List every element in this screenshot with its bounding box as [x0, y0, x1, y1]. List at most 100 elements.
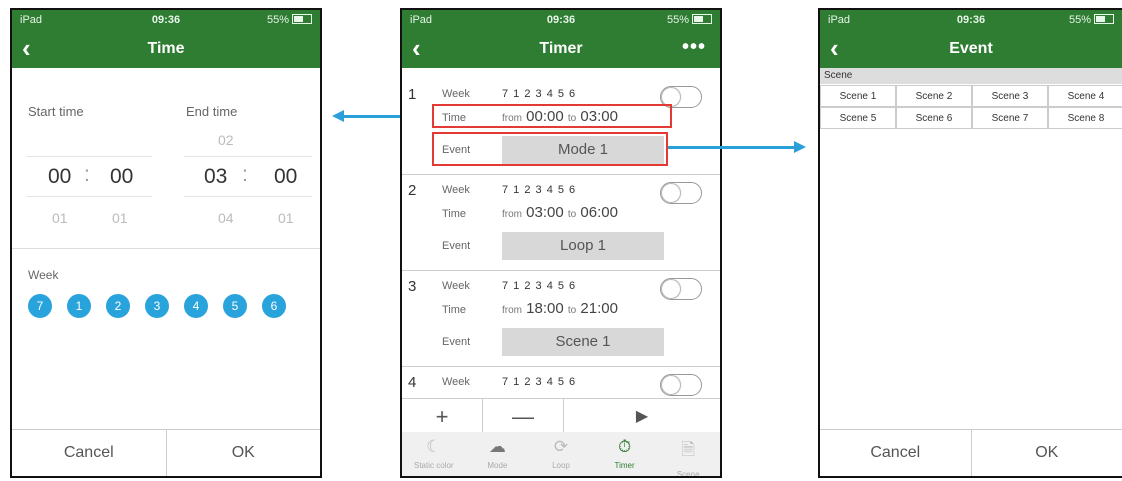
add-button[interactable]: + — [402, 399, 482, 435]
timer-item[interactable]: 3 Week 7 1 2 3 4 5 6 Time from 18:00 to … — [402, 270, 720, 367]
from-word: from — [502, 305, 522, 316]
status-bar: iPad 09:36 55% — [12, 10, 320, 30]
status-bar: iPad 09:36 55% — [402, 10, 720, 30]
ok-button[interactable]: OK — [970, 430, 1122, 476]
highlight-time-box — [432, 104, 672, 128]
event-button[interactable]: Scene 1 — [502, 328, 664, 356]
ok-button[interactable]: OK — [165, 430, 321, 476]
timer-screen: iPad 09:36 55% ‹ Timer ••• 1 Week 7 1 2 … — [400, 8, 722, 478]
start-minute-wheel[interactable]: 00 — [110, 165, 133, 189]
more-icon[interactable]: ••• — [682, 36, 706, 59]
arrow-head-right — [794, 141, 806, 153]
status-bar: iPad 09:36 55% — [820, 10, 1122, 30]
nav-bar: ‹ Event — [820, 30, 1122, 68]
tab-static-color[interactable]: ☾ Static color — [402, 432, 466, 476]
event-label: Event — [442, 240, 471, 252]
tab-label: Timer — [614, 461, 635, 470]
scene-grid: Scene 1 Scene 2 Scene 3 Scene 4 Scene 5 … — [820, 85, 1122, 129]
arrow-connector-right — [668, 146, 796, 149]
play-button[interactable]: ▶ — [563, 399, 720, 435]
tab-mode[interactable]: ☁ Mode — [466, 432, 530, 476]
week-day-toggle[interactable]: 2 — [106, 294, 130, 318]
event-label: Event — [442, 336, 471, 348]
time-label: Time — [442, 208, 467, 220]
timer-toggle[interactable] — [660, 374, 702, 396]
timer-item[interactable]: 2 Week 7 1 2 3 4 5 6 Time from 03:00 to … — [402, 174, 720, 271]
week-day-toggle[interactable]: 6 — [262, 294, 286, 318]
end-separator: : — [242, 163, 248, 186]
moon-icon: ☾ — [426, 437, 442, 456]
time-screen: iPad 09:36 55% ‹ Time Start time End tim… — [10, 8, 322, 478]
start-time-label: Start time — [28, 104, 84, 119]
battery-icon — [1094, 14, 1114, 24]
dialog-buttons: Cancel OK — [820, 429, 1122, 476]
battery-indicator: 55% — [667, 14, 712, 26]
scene-button[interactable]: Scene 7 — [972, 107, 1048, 129]
timer-index: 4 — [408, 374, 417, 391]
week-label: Week — [442, 88, 470, 100]
time-from: 18:00 — [526, 300, 564, 317]
cancel-button[interactable]: Cancel — [12, 430, 166, 476]
battery-icon — [692, 14, 712, 24]
end-time-label: End time — [186, 104, 238, 119]
start-hour-next: 01 — [52, 210, 68, 226]
week-day-toggle[interactable]: 5 — [223, 294, 247, 318]
tab-label: Scene — [676, 470, 700, 478]
timer-toggle[interactable] — [660, 182, 702, 204]
page-title: Time — [147, 40, 185, 57]
timer-toggle[interactable] — [660, 278, 702, 300]
battery-indicator: 55% — [267, 14, 312, 26]
week-day-selector: 7123456 — [28, 294, 286, 318]
tab-scene[interactable]: 🗎 Scene — [656, 432, 720, 476]
week-label: Week — [442, 184, 470, 196]
picker-divider — [184, 156, 312, 157]
scene-button[interactable]: Scene 1 — [820, 85, 896, 107]
arrow-head-left — [332, 110, 344, 122]
start-hour-wheel[interactable]: 00 — [48, 165, 71, 189]
timer-item[interactable]: 4 Week 7 1 2 3 4 5 6 — [402, 366, 720, 398]
event-button[interactable]: Loop 1 — [502, 232, 664, 260]
time-range[interactable]: from 03:00 to 06:00 — [502, 204, 618, 221]
tab-loop[interactable]: ⟳ Loop — [529, 432, 593, 476]
week-days: 7 1 2 3 4 5 6 — [502, 184, 577, 196]
tab-bar: ☾ Static color ☁ Mode ⟳ Loop ⏱ Timer 🗎 Scene — [402, 432, 720, 476]
picker-divider — [184, 196, 312, 197]
time-to: 21:00 — [580, 300, 618, 317]
week-day-toggle[interactable]: 4 — [184, 294, 208, 318]
week-day-toggle[interactable]: 1 — [67, 294, 91, 318]
battery-indicator: 55% — [1069, 14, 1114, 26]
event-screen: iPad 09:36 55% ‹ Event Scene Scene 1 Sce… — [818, 8, 1122, 478]
scene-button[interactable]: Scene 4 — [1048, 85, 1122, 107]
timer-index: 3 — [408, 278, 417, 295]
week-day-toggle[interactable]: 3 — [145, 294, 169, 318]
end-minute-wheel[interactable]: 00 — [274, 165, 297, 189]
time-from: 03:00 — [526, 204, 564, 221]
nav-bar: ‹ Time — [12, 30, 320, 68]
week-day-toggle[interactable]: 7 — [28, 294, 52, 318]
scene-button[interactable]: Scene 6 — [896, 107, 972, 129]
start-separator: : — [84, 163, 90, 186]
tab-label: Static color — [414, 461, 454, 470]
timer-icon: ⏱ — [617, 437, 632, 456]
tab-label: Mode — [487, 461, 508, 470]
picker-divider — [26, 156, 152, 157]
end-hour-next: 04 — [218, 210, 234, 226]
from-word: from — [502, 209, 522, 220]
scene-button[interactable]: Scene 3 — [972, 85, 1048, 107]
end-hour-wheel[interactable]: 03 — [204, 165, 227, 189]
week-days: 7 1 2 3 4 5 6 — [502, 88, 577, 100]
end-hour-prev: 02 — [218, 132, 234, 148]
scene-button[interactable]: Scene 2 — [896, 85, 972, 107]
week-days: 7 1 2 3 4 5 6 — [502, 376, 577, 388]
section-divider — [12, 248, 320, 249]
tab-timer[interactable]: ⏱ Timer — [593, 432, 657, 476]
to-word: to — [567, 305, 577, 316]
page-title: Timer — [539, 40, 583, 57]
scene-button[interactable]: Scene 8 — [1048, 107, 1122, 129]
remove-button[interactable]: — — [482, 399, 563, 435]
scene-button[interactable]: Scene 5 — [820, 107, 896, 129]
cancel-button[interactable]: Cancel — [820, 430, 971, 476]
battery-percent: 55% — [666, 14, 689, 26]
time-range[interactable]: from 18:00 to 21:00 — [502, 300, 618, 317]
battery-percent: 55% — [266, 14, 289, 26]
